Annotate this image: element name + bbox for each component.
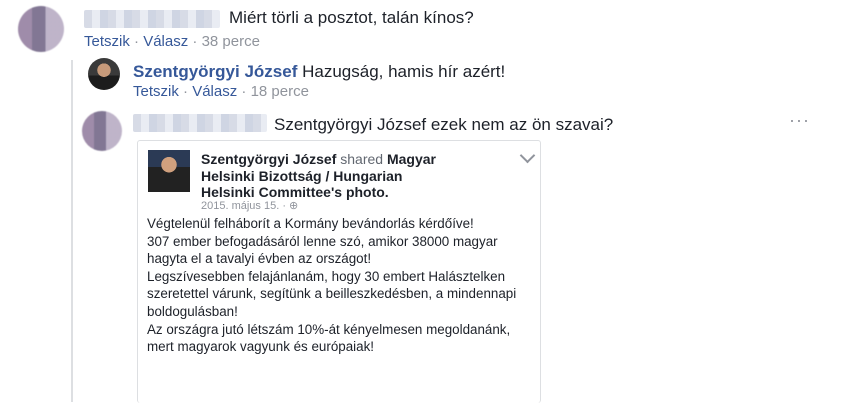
comment-text: Miért törli a posztot, talán kínos?: [229, 8, 474, 27]
reply2-name-redacted[interactable]: [133, 114, 267, 132]
shared-page-name-3[interactable]: Helsinki Committee: [201, 184, 331, 200]
reply-line: Szentgyörgyi József Hazugság, hamis hír …: [133, 62, 505, 82]
shared-author-name[interactable]: Szentgyörgyi József: [201, 151, 336, 167]
reply2-avatar[interactable]: [82, 111, 122, 151]
like-link[interactable]: Tetszik: [84, 33, 130, 50]
separator: ·: [134, 33, 140, 50]
more-options-icon[interactable]: ···: [789, 110, 810, 131]
reply2-text: Szentgyörgyi József ezek nem az ön szava…: [274, 115, 614, 134]
reply-actions: Tetszik · Válasz · 18 perce: [133, 83, 309, 100]
shared-date[interactable]: 2015. május 15. · ⊕: [201, 199, 298, 212]
separator: ·: [192, 33, 198, 50]
shared-photo-label[interactable]: 's photo.: [331, 184, 389, 200]
commenter-avatar[interactable]: [18, 6, 64, 52]
shared-page-name-1[interactable]: Magyar: [387, 151, 436, 167]
shared-page-name-2[interactable]: Helsinki Bizottság / Hungarian: [201, 168, 402, 184]
commenter-name-redacted[interactable]: [84, 10, 220, 28]
comment-actions: Tetszik · Válasz · 38 perce: [84, 33, 260, 50]
shared-author-avatar[interactable]: [148, 150, 190, 192]
shared-header: Szentgyörgyi József shared Magyar Helsin…: [201, 151, 501, 201]
reply-link[interactable]: Válasz: [143, 33, 188, 50]
reply-thread-line: [71, 60, 73, 402]
reply-author-avatar[interactable]: [88, 58, 120, 90]
timestamp[interactable]: 18 perce: [251, 83, 309, 100]
shared-post-body: Végtelenül felháborít a Kormány bevándor…: [147, 216, 517, 355]
reply-link[interactable]: Válasz: [192, 83, 237, 100]
separator: ·: [241, 83, 247, 100]
separator: ·: [183, 83, 189, 100]
timestamp[interactable]: 38 perce: [202, 33, 260, 50]
reply-text: Hazugság, hamis hír azért!: [302, 62, 506, 81]
like-link[interactable]: Tetszik: [133, 83, 179, 100]
reply-author-name[interactable]: Szentgyörgyi József: [133, 62, 297, 81]
shared-word: shared: [340, 151, 384, 167]
